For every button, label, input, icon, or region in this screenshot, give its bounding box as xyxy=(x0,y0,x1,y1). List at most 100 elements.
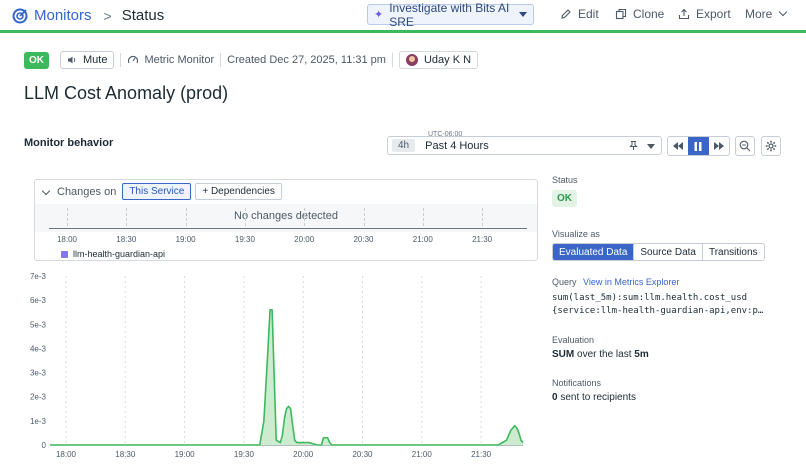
evaluated-data-option[interactable]: Evaluated Data xyxy=(553,244,635,260)
evaluated-data-chart[interactable]: 0 1e-3 2e-3 3e-3 4e-3 5e-3 6e-3 7e-3 18:00 18:30 1… xyxy=(0,266,540,469)
changes-axis-tick: 18:30 xyxy=(116,235,137,244)
chevron-down-icon[interactable] xyxy=(41,186,51,195)
x-tick-label: 18:00 xyxy=(56,450,77,459)
page-title: LLM Cost Anomaly (prod) xyxy=(24,83,229,103)
y-tick-label: 2e-3 xyxy=(30,393,47,402)
pencil-icon xyxy=(561,9,571,19)
y-tick-label: 3e-3 xyxy=(30,369,47,378)
chevron-down-icon xyxy=(779,7,788,17)
dependencies-toggle[interactable]: + Dependencies xyxy=(195,183,282,200)
forward-button[interactable] xyxy=(709,137,729,155)
series-area xyxy=(50,309,523,445)
changes-axis-tick: 18:00 xyxy=(56,235,78,244)
changes-grid-line xyxy=(185,208,187,226)
divider xyxy=(391,53,393,67)
rewind-button[interactable] xyxy=(668,137,688,155)
fast-forward-icon xyxy=(713,142,724,150)
playback-controls xyxy=(667,136,730,156)
export-label: Export xyxy=(696,7,731,21)
clone-button[interactable]: Clone xyxy=(615,7,664,21)
status-badge: OK xyxy=(24,51,49,69)
settings-button[interactable] xyxy=(761,136,781,156)
query-row: Query View in Metrics Explorer xyxy=(552,277,679,287)
query-line-2: {service:llm-health-guardian-api,env:pro… xyxy=(552,306,764,316)
caret-down-icon[interactable] xyxy=(519,12,527,17)
changes-grid-line xyxy=(304,208,306,226)
pin-icon[interactable] xyxy=(628,140,639,154)
range-chip: 4h xyxy=(392,139,416,152)
x-tick-label: 19:30 xyxy=(234,450,255,459)
changes-label: Changes on xyxy=(57,185,117,198)
transitions-option[interactable]: Transitions xyxy=(703,244,764,260)
x-tick-label: 20:30 xyxy=(352,450,373,459)
changes-axis-tick: 19:30 xyxy=(234,235,255,244)
mute-button[interactable]: Mute xyxy=(60,51,115,69)
visualize-toggle: Evaluated Data Source Data Transitions xyxy=(552,243,765,261)
speaker-icon xyxy=(68,56,76,64)
y-tick-label: 4e-3 xyxy=(30,344,47,353)
rewind-icon xyxy=(673,142,684,150)
this-service-toggle[interactable]: This Service xyxy=(122,183,192,200)
legend-label: llm-health-guardian-api xyxy=(73,249,166,259)
metrics-explorer-link[interactable]: View in Metrics Explorer xyxy=(583,277,679,287)
notifications-label: Notifications xyxy=(552,378,602,388)
changes-grid-line xyxy=(482,208,484,226)
breadcrumb-monitors[interactable]: Monitors xyxy=(34,7,92,24)
changes-grid-line xyxy=(422,208,424,226)
breadcrumb-separator: > xyxy=(103,7,112,24)
x-tick-label: 18:30 xyxy=(115,450,136,459)
range-label: Past 4 Hours xyxy=(425,139,489,152)
zoom-out-button[interactable] xyxy=(735,136,755,156)
export-icon xyxy=(678,8,690,20)
no-changes-text: No changes detected xyxy=(234,210,338,222)
edit-button[interactable]: Edit xyxy=(560,7,599,21)
monitors-logo[interactable]: Monitors xyxy=(12,7,92,24)
notifications-rest: sent to recipients xyxy=(560,392,636,403)
changes-axis xyxy=(49,228,527,229)
legend-item[interactable]: llm-health-guardian-api xyxy=(61,249,165,259)
monitor-type: Metric Monitor xyxy=(127,54,214,66)
more-label: More xyxy=(745,7,773,21)
caret-down-icon[interactable] xyxy=(647,144,655,149)
changes-axis-tick: 20:00 xyxy=(294,235,315,244)
pause-button[interactable] xyxy=(688,137,709,155)
visualize-label: Visualize as xyxy=(552,229,600,239)
changes-panel: Changes on This Service + Dependencies N… xyxy=(34,179,538,261)
gear-icon xyxy=(765,140,777,152)
source-data-option[interactable]: Source Data xyxy=(634,244,703,260)
status-label: Status xyxy=(552,175,578,185)
breadcrumb-current: Status xyxy=(121,7,165,24)
monitor-meta-row: OK Mute Metric Monitor Created Dec 27, 2… xyxy=(24,51,479,69)
evaluation-label: Evaluation xyxy=(552,335,595,345)
evaluation-rest: over the last xyxy=(577,349,632,360)
created-date: Created Dec 27, 2025, 11:31 pm xyxy=(227,54,386,66)
time-range-picker[interactable]: 4h Past 4 Hours xyxy=(387,136,662,155)
status-value-badge: OK xyxy=(552,190,577,207)
mute-label: Mute xyxy=(83,54,108,66)
monitors-icon xyxy=(12,8,28,23)
changes-grid-line xyxy=(126,208,128,226)
y-tick-label: 5e-3 xyxy=(30,320,47,329)
changes-axis-tick: 20:30 xyxy=(353,235,374,244)
evaluation-window: 5m xyxy=(634,349,649,360)
monitor-type-label: Metric Monitor xyxy=(144,54,215,66)
clone-icon xyxy=(615,8,627,20)
more-button[interactable]: More xyxy=(745,7,788,21)
changes-axis-tick: 21:30 xyxy=(472,235,493,244)
x-tick-label: 21:30 xyxy=(471,450,492,459)
notifications-count: 0 xyxy=(552,392,558,403)
evaluation-value: SUM over the last 5m xyxy=(552,349,649,360)
divider xyxy=(220,53,222,67)
changes-axis-tick: 21:00 xyxy=(412,235,433,244)
notifications-value: 0 sent to recipients xyxy=(552,392,636,403)
changes-axis-tick: 19:00 xyxy=(175,235,196,244)
avatar xyxy=(405,54,418,66)
investigate-bits-label: Investigate with Bits AI SRE xyxy=(389,0,510,29)
sparkle-icon: ✦ xyxy=(374,9,384,21)
owner-name: Uday K N xyxy=(423,54,472,66)
query-label: Query xyxy=(552,277,577,287)
owner-chip[interactable]: Uday K N xyxy=(398,51,479,69)
export-button[interactable]: Export xyxy=(678,7,731,21)
pause-icon xyxy=(694,141,702,151)
investigate-bits-button[interactable]: ✦ Investigate with Bits AI SRE xyxy=(367,1,534,29)
